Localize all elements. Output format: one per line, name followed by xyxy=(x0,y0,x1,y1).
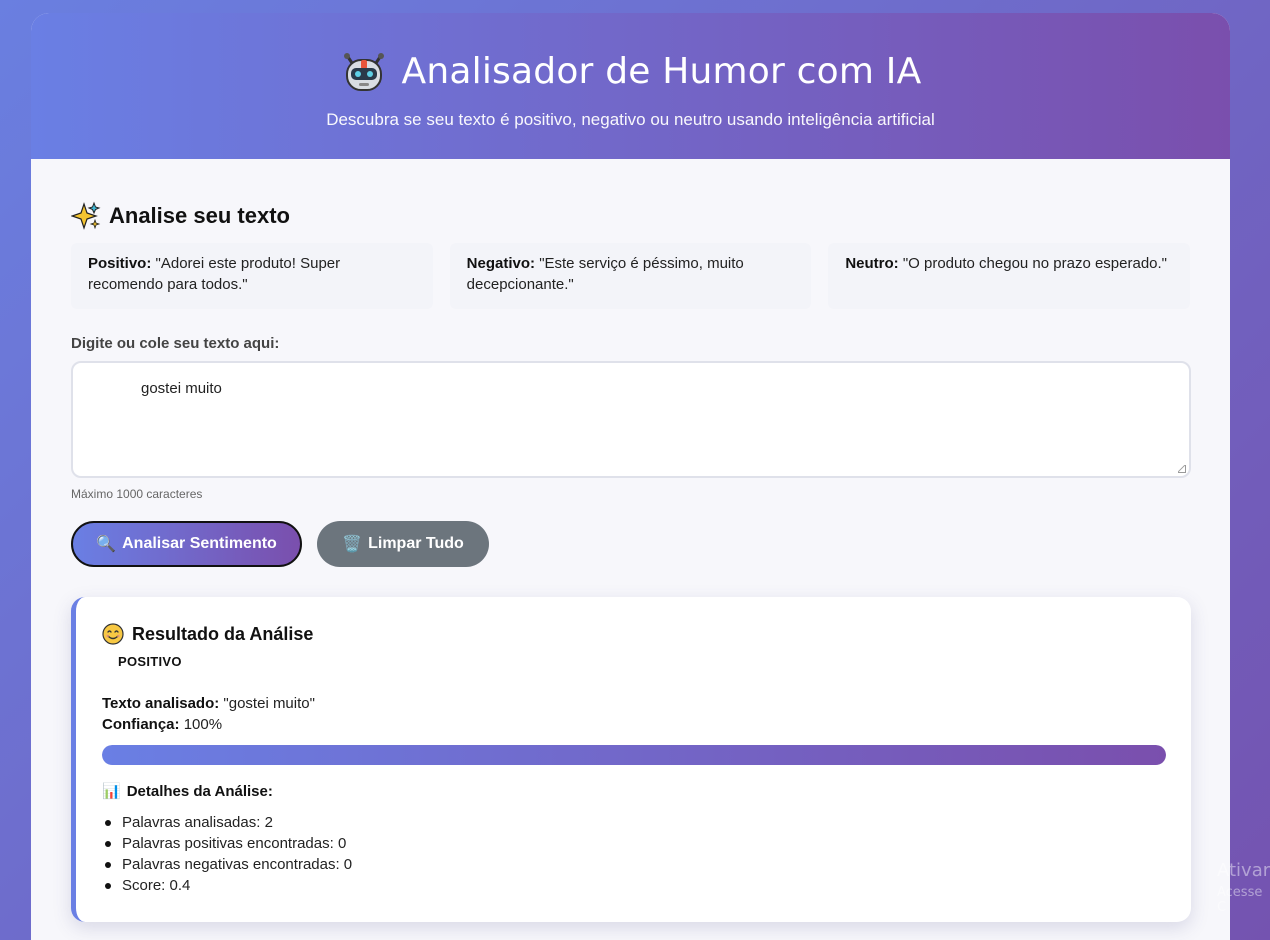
list-item: Score: 0.4 xyxy=(102,875,1166,896)
input-label: Digite ou cole seu texto aqui: xyxy=(71,335,280,352)
trash-icon: 🗑️ xyxy=(342,536,363,553)
confidence-bar xyxy=(102,745,1166,765)
analyzed-text-label: Texto analisado: xyxy=(102,695,220,712)
sentiment-badge: POSITIVO xyxy=(118,654,182,669)
example-positive[interactable]: Positivo: "Adorei este produto! Super re… xyxy=(71,243,433,309)
text-input[interactable]: gostei muito xyxy=(71,361,1191,478)
example-neutral[interactable]: Neutro: "O produto chegou no prazo esper… xyxy=(828,243,1191,309)
content: Analise seu texto Positivo: "Adorei este… xyxy=(31,159,1230,922)
smile-icon xyxy=(102,623,124,645)
clear-button-label: Limpar Tudo xyxy=(368,535,464,552)
page-subtitle: Descubra se seu texto é positivo, negati… xyxy=(326,110,935,129)
details-list: Palavras analisadas: 2 Palavras positiva… xyxy=(102,812,1166,896)
analyze-button-label: Analisar Sentimento xyxy=(122,535,277,552)
analyzed-text-line: Texto analisado: "gostei muito" xyxy=(102,693,1166,714)
examples: Positivo: "Adorei este produto! Super re… xyxy=(71,243,1191,309)
header: Analisador de Humor com IA Descubra se s… xyxy=(31,13,1230,159)
example-text: "O produto chegou no prazo esperado." xyxy=(902,255,1168,272)
details-title: 📊 Detalhes da Análise: xyxy=(102,782,1166,801)
example-negative[interactable]: Negativo: "Este serviço é péssimo, muito… xyxy=(449,243,812,309)
list-item: Palavras analisadas: 2 xyxy=(102,812,1166,833)
example-label: Positivo: xyxy=(88,255,152,272)
example-label: Negativo: xyxy=(466,255,536,272)
page-title: Analisador de Humor com IA xyxy=(401,50,922,92)
clear-button[interactable]: 🗑️ Limpar Tudo xyxy=(317,521,489,567)
activation-watermark: Ativar Acesse C xyxy=(1217,860,1270,915)
confidence-label: Confiança: xyxy=(102,716,180,733)
robot-icon xyxy=(343,53,384,91)
character-limit-hint: Máximo 1000 caracteres xyxy=(71,487,203,501)
confidence-bar-fill xyxy=(102,745,1166,765)
text-input-value: gostei muito xyxy=(141,380,222,397)
result-title: Resultado da Análise xyxy=(102,623,1166,645)
section-title-text: Analise seu texto xyxy=(109,203,290,228)
confidence-value: 100% xyxy=(183,716,223,733)
sparkle-icon xyxy=(71,201,101,230)
result-card: Resultado da Análise POSITIVO Texto anal… xyxy=(71,597,1191,922)
result-title-text: Resultado da Análise xyxy=(132,623,314,644)
list-item: Palavras positivas encontradas: 0 xyxy=(102,833,1166,854)
list-item: Palavras negativas encontradas: 0 xyxy=(102,854,1166,875)
watermark-line2: Acesse C xyxy=(1217,885,1263,915)
example-label: Neutro: xyxy=(845,255,899,272)
header-title-row: Analisador de Humor com IA xyxy=(31,47,1230,95)
section-title: Analise seu texto xyxy=(71,201,1190,231)
bar-chart-icon: 📊 xyxy=(102,783,121,800)
confidence-line: Confiança: 100% xyxy=(102,714,1166,735)
action-buttons: 🔍 Analisar Sentimento 🗑️ Limpar Tudo xyxy=(71,521,1190,567)
resize-grip-icon[interactable] xyxy=(1178,465,1186,473)
magnifier-icon: 🔍 xyxy=(96,536,117,553)
analyzed-text-value: "gostei muito" xyxy=(223,695,315,712)
details-title-text: Detalhes da Análise: xyxy=(126,782,273,800)
watermark-line1: Ativar xyxy=(1217,860,1270,881)
analyze-button[interactable]: 🔍 Analisar Sentimento xyxy=(71,521,302,567)
main-card: Analisador de Humor com IA Descubra se s… xyxy=(31,13,1230,940)
